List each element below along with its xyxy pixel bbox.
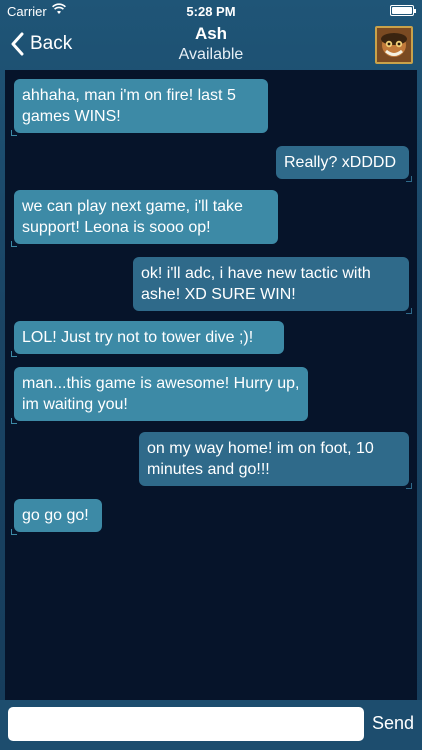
message-text: we can play next game, i'll take support… — [22, 198, 243, 236]
nav-bar: Back Ash Available — [0, 22, 422, 68]
message-text: on my way home! im on foot, 10 minutes a… — [147, 440, 374, 478]
message-text: ok! i'll adc, i have new tactic with ash… — [141, 265, 371, 303]
composer-bar: Send — [0, 700, 422, 750]
message-bubble-outgoing: on my way home! im on foot, 10 minutes a… — [139, 432, 412, 489]
contact-name: Ash — [194, 24, 228, 43]
message-bubble-incoming: go go go! — [11, 499, 102, 535]
message-bubble-outgoing: ok! i'll adc, i have new tactic with ash… — [133, 257, 412, 314]
message-bubble-incoming: ahhaha, man i'm on fire! last 5 games WI… — [11, 79, 268, 136]
message-text: man...this game is awesome! Hurry up, im… — [22, 375, 300, 413]
message-text: go go go! — [22, 507, 89, 524]
message-bubble-outgoing: Really? xDDDD — [276, 146, 412, 182]
clock: 5:28 PM — [186, 4, 236, 19]
contact-status: Available — [178, 46, 244, 63]
message-input[interactable] — [8, 707, 364, 741]
message-bubble-incoming: man...this game is awesome! Hurry up, im… — [11, 367, 308, 424]
avatar-image — [377, 28, 411, 62]
message-text: ahhaha, man i'm on fire! last 5 games WI… — [22, 87, 236, 125]
message-bubble-incoming: we can play next game, i'll take support… — [11, 190, 278, 247]
avatar[interactable] — [375, 26, 413, 64]
message-text: LOL! Just try not to tower dive ;)! — [22, 329, 254, 346]
message-list[interactable]: ahhaha, man i'm on fire! last 5 games WI… — [5, 70, 417, 700]
status-bar: Carrier 5:28 PM — [0, 0, 422, 22]
message-text: Really? xDDDD — [284, 154, 397, 171]
send-button[interactable]: Send — [372, 713, 414, 734]
message-bubble-incoming: LOL! Just try not to tower dive ;)! — [11, 321, 284, 357]
chat-screen: Carrier 5:28 PM Back Ash Available ahhah… — [0, 0, 422, 750]
battery-icon — [390, 5, 416, 16]
